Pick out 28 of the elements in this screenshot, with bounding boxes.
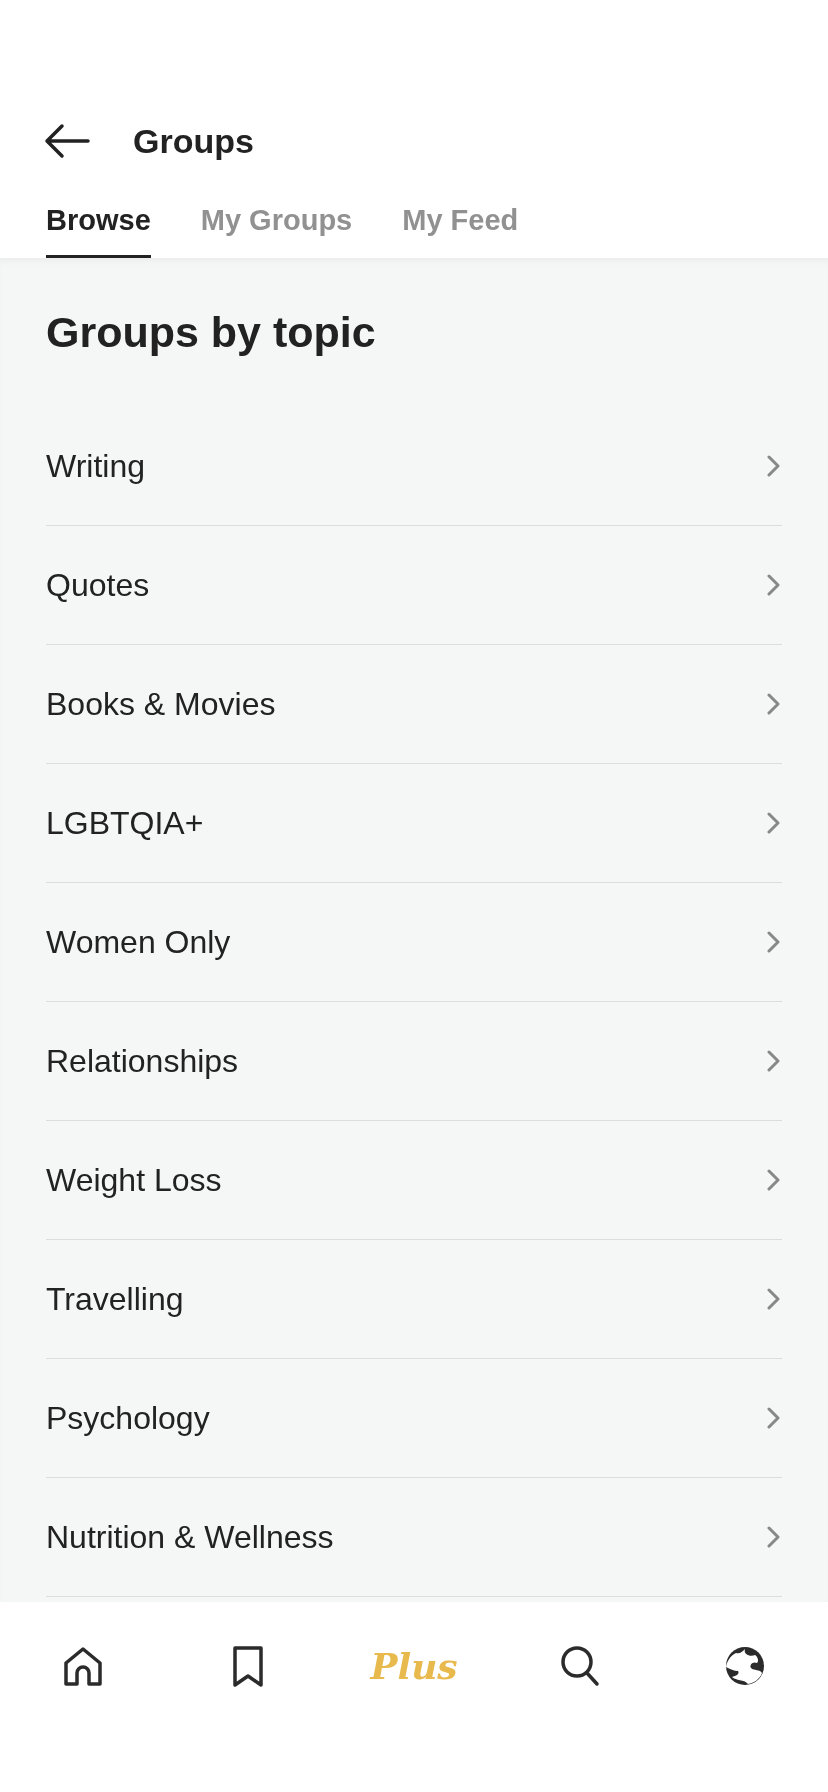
nav-bookmark-button[interactable]	[231, 1644, 266, 1688]
topic-item[interactable]: Travelling	[46, 1240, 782, 1359]
nav-search-button[interactable]	[558, 1644, 601, 1688]
topic-item[interactable]: Relationships	[46, 1002, 782, 1121]
back-arrow-icon	[44, 123, 90, 159]
topic-item[interactable]: Writing	[46, 407, 782, 526]
topic-item[interactable]: Psychology	[46, 1359, 782, 1478]
topic-item[interactable]: Books & Movies	[46, 645, 782, 764]
chevron-right-icon	[766, 1406, 780, 1430]
topic-item[interactable]: Women Only	[46, 883, 782, 1002]
chevron-right-icon	[766, 1525, 780, 1549]
chevron-right-icon	[766, 930, 780, 954]
chevron-right-icon	[766, 454, 780, 478]
topic-item[interactable]: Quotes	[46, 526, 782, 645]
chevron-right-icon	[766, 811, 780, 835]
topic-item[interactable]: LGBTQIA+	[46, 764, 782, 883]
chevron-right-icon	[766, 573, 780, 597]
search-icon	[558, 1644, 601, 1688]
chevron-right-icon	[766, 692, 780, 716]
topic-item[interactable]: Nutrition & Wellness	[46, 1478, 782, 1597]
chevron-right-icon	[766, 1287, 780, 1311]
page-title: Groups	[133, 121, 254, 161]
bookmark-icon	[231, 1644, 266, 1688]
topic-item[interactable]: Weight Loss	[46, 1121, 782, 1240]
chevron-right-icon	[766, 1049, 780, 1073]
chevron-right-icon	[766, 1168, 780, 1192]
section-heading: Groups by topic	[46, 308, 377, 357]
back-button[interactable]	[44, 123, 90, 159]
